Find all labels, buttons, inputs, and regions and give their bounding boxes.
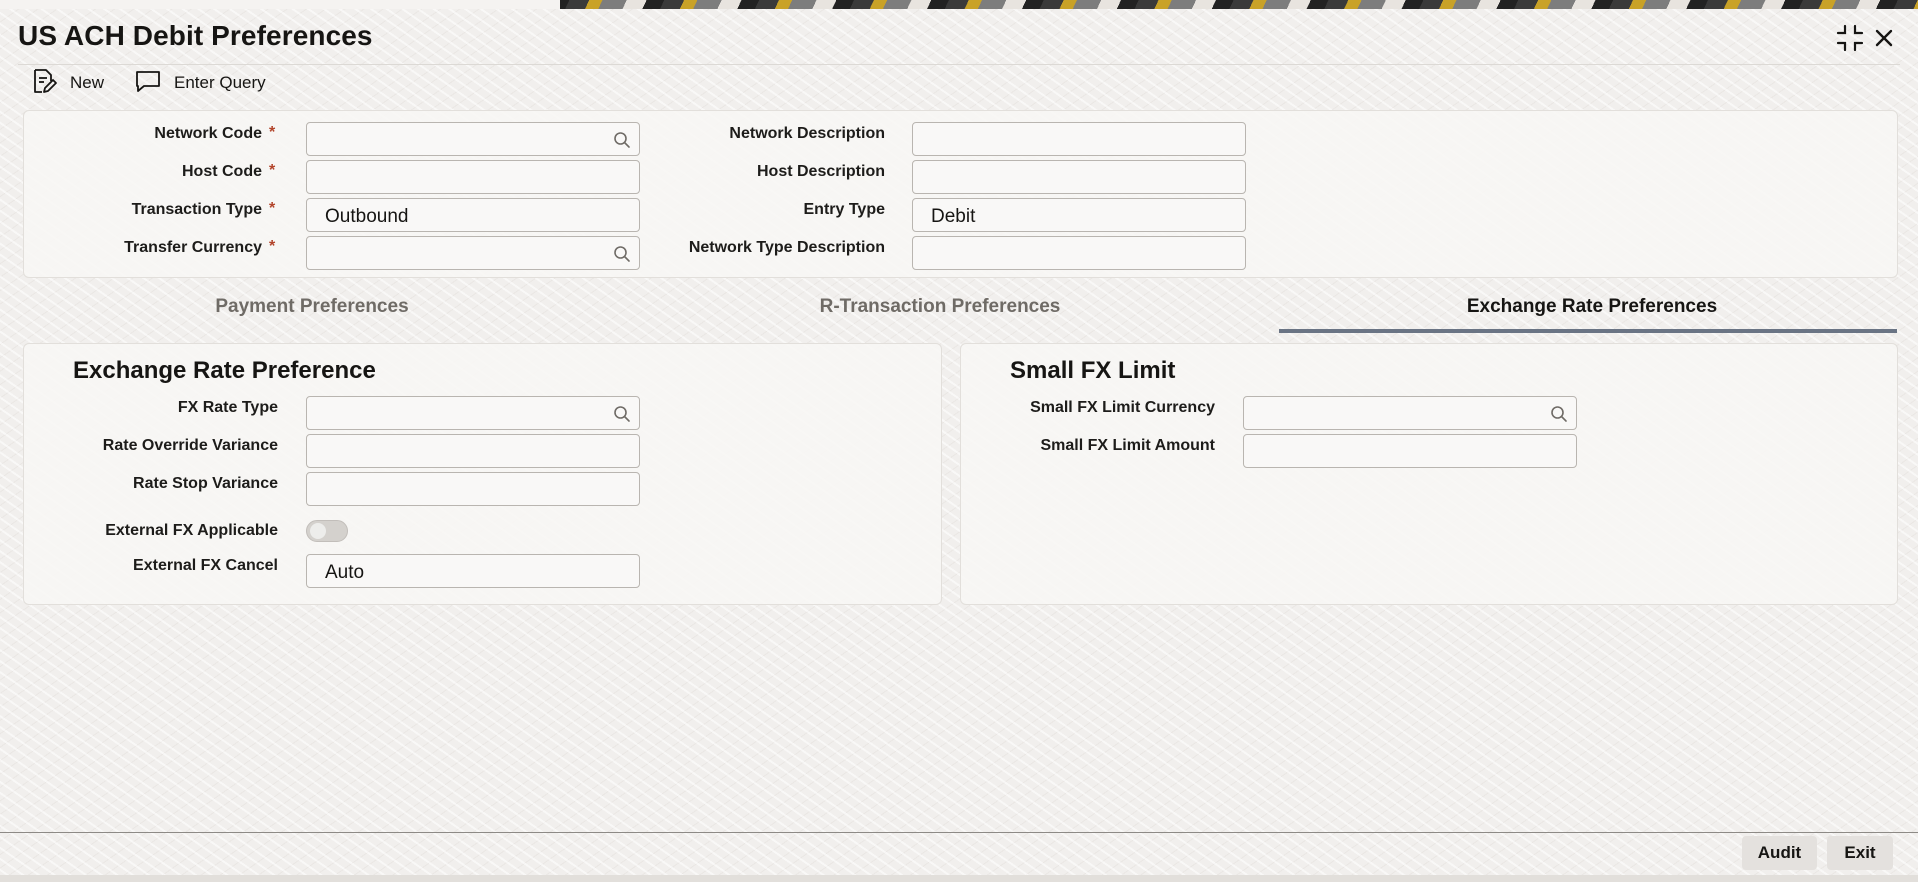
new-document-icon	[30, 67, 58, 100]
network-type-description-field[interactable]	[912, 236, 1246, 270]
external-fx-cancel-label: External FX Cancel	[133, 557, 278, 574]
transaction-type-label: Transaction Type	[131, 201, 262, 218]
required-indicator: *	[269, 200, 276, 217]
required-indicator: *	[269, 162, 276, 179]
rate-stop-variance-label: Rate Stop Variance	[133, 475, 278, 492]
entry-type-value: Debit	[931, 206, 976, 227]
network-description-field[interactable]	[912, 122, 1246, 156]
small-fx-limit-title: Small FX Limit	[1010, 357, 1176, 384]
small-fx-limit-amount-field[interactable]	[1243, 434, 1577, 468]
external-fx-applicable-label: External FX Applicable	[105, 522, 278, 539]
audit-button[interactable]: Audit	[1742, 836, 1817, 870]
transaction-type-field[interactable]: Outbound	[306, 198, 640, 232]
host-description-label: Host Description	[756, 163, 885, 180]
entry-type-field[interactable]: Debit	[912, 198, 1246, 232]
enter-query-button[interactable]: Enter Query	[134, 68, 266, 98]
search-icon[interactable]	[613, 131, 631, 149]
external-fx-applicable-toggle[interactable]	[306, 520, 348, 542]
network-description-label: Network Description	[729, 125, 885, 142]
external-fx-cancel-value: Auto	[325, 562, 365, 583]
toggle-knob	[310, 523, 326, 539]
host-description-field[interactable]	[912, 160, 1246, 194]
small-fx-limit-currency-label: Small FX Limit Currency	[1030, 399, 1215, 416]
tab-payment-preferences[interactable]: Payment Preferences	[156, 296, 468, 318]
minimize-icon[interactable]	[1834, 22, 1866, 54]
fx-rate-type-label: FX Rate Type	[177, 399, 278, 416]
fx-rate-type-field[interactable]	[306, 396, 640, 430]
search-icon[interactable]	[613, 245, 631, 263]
small-fx-limit-amount-label: Small FX Limit Amount	[1040, 437, 1215, 454]
active-tab-indicator	[1279, 329, 1897, 333]
required-indicator: *	[269, 238, 276, 255]
required-indicator: *	[269, 124, 276, 141]
chat-bubble-icon	[134, 67, 162, 100]
external-fx-cancel-field[interactable]: Auto	[306, 554, 640, 588]
new-button-label: New	[70, 73, 105, 92]
new-button[interactable]: New	[30, 68, 104, 98]
tab-exchange-rate-preferences[interactable]: Exchange Rate Preferences	[1432, 296, 1752, 318]
tab-r-transaction-preferences[interactable]: R-Transaction Preferences	[780, 296, 1100, 318]
rate-override-variance-field[interactable]	[306, 434, 640, 468]
page-title: US ACH Debit Preferences	[18, 20, 373, 51]
host-code-field[interactable]	[306, 160, 640, 194]
search-icon[interactable]	[613, 405, 631, 423]
transaction-type-value: Outbound	[325, 206, 409, 227]
small-fx-limit-currency-field[interactable]	[1243, 396, 1577, 430]
network-code-label: Network Code	[154, 125, 262, 142]
header-banner-strip	[0, 0, 1918, 9]
rate-stop-variance-field[interactable]	[306, 472, 640, 506]
footer-divider	[0, 832, 1918, 833]
transfer-currency-label: Transfer Currency	[124, 239, 262, 256]
host-code-label: Host Code	[182, 163, 262, 180]
footer-band	[0, 875, 1918, 882]
title-divider	[18, 64, 1900, 65]
network-type-description-label: Network Type Description	[688, 239, 885, 256]
entry-type-label: Entry Type	[803, 201, 886, 218]
rate-override-variance-label: Rate Override Variance	[102, 437, 278, 454]
enter-query-button-label: Enter Query	[174, 73, 266, 92]
close-icon[interactable]	[1868, 22, 1900, 54]
exit-button[interactable]: Exit	[1827, 836, 1893, 870]
exchange-rate-preference-title: Exchange Rate Preference	[73, 357, 376, 384]
network-code-field[interactable]	[306, 122, 640, 156]
search-icon[interactable]	[1550, 405, 1568, 423]
transfer-currency-field[interactable]	[306, 236, 640, 270]
